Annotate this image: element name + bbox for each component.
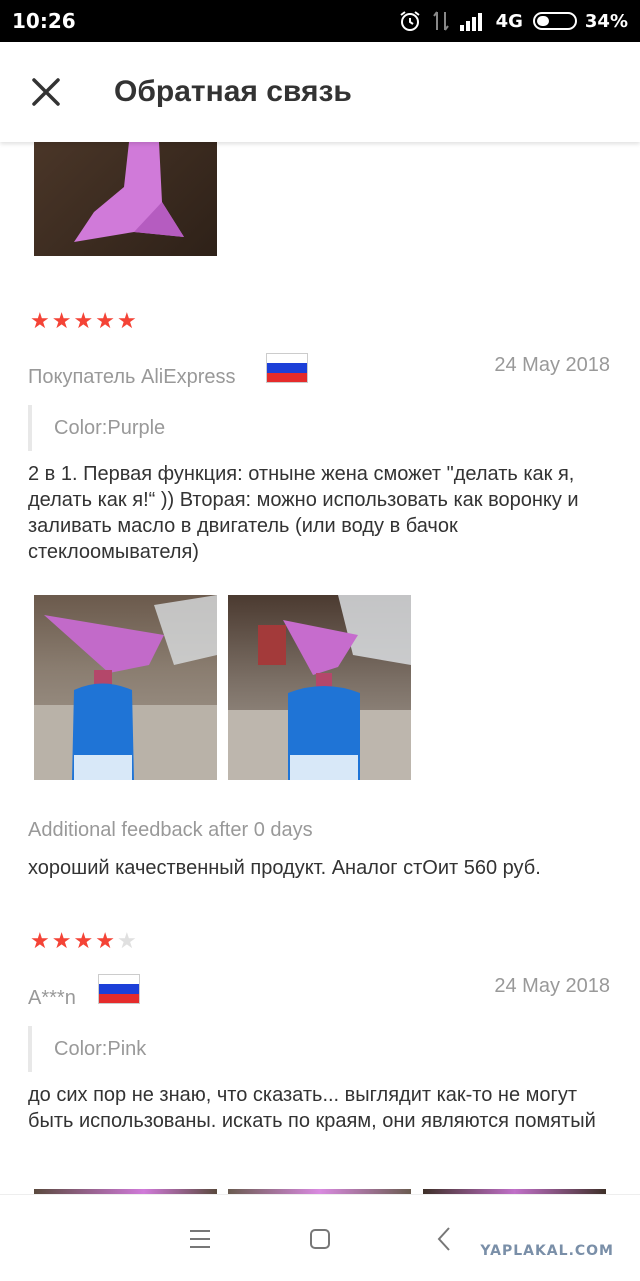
network-type: 4G: [495, 10, 523, 32]
review-photo[interactable]: [228, 595, 411, 780]
russia-flag-icon: [98, 974, 140, 1004]
star-icon: ★: [51, 309, 72, 334]
star-icon: ★: [95, 929, 115, 954]
star-icon: ★: [116, 309, 137, 334]
additional-feedback-label: Additional feedback after 0 days: [28, 819, 313, 841]
star-icon: ★: [30, 929, 50, 954]
review-date: 24 May 2018: [494, 975, 610, 997]
review-text: 2 в 1. Первая функция: отныне жена сможе…: [28, 463, 579, 563]
battery-icon: [532, 12, 577, 30]
home-button[interactable]: [298, 1217, 342, 1261]
menu-icon: [190, 1230, 210, 1248]
system-navigation-bar: YAPLAKAL.COM: [0, 1194, 640, 1281]
review-date: 24 May 2018: [494, 354, 610, 376]
menu-button[interactable]: [178, 1217, 222, 1261]
star-icon: ★: [30, 309, 50, 334]
star-icon: ★: [73, 309, 94, 334]
rating-stars: ★ ★ ★ ★ ★: [30, 311, 137, 333]
product-attribute: Color:Purple: [28, 405, 612, 451]
buyer-name: A***n: [28, 987, 76, 1009]
star-icon: ★: [73, 929, 94, 954]
star-icon: ★: [116, 929, 137, 954]
app-bar: Обратная связь: [0, 42, 640, 142]
home-square-icon: [310, 1229, 330, 1249]
rating-stars: ★ ★ ★ ★ ★: [30, 931, 137, 953]
signal-strength-icon: [459, 11, 486, 31]
feedback-list[interactable]: ★ ★ ★ ★ ★ Покупатель AliExpress 24 May 2018 …: [0, 142, 640, 1194]
status-time: 10:26: [12, 9, 76, 33]
russia-flag-icon: [266, 353, 308, 383]
review-photo[interactable]: [34, 595, 217, 780]
status-bar: 10:26 4G 34%: [0, 0, 640, 42]
star-icon: ★: [95, 309, 115, 334]
additional-feedback-text: хороший качественный продукт. Аналог стО…: [28, 857, 541, 879]
star-icon: ★: [51, 929, 72, 954]
back-button[interactable]: [422, 1217, 466, 1261]
battery-percent: 34%: [584, 10, 628, 32]
buyer-name: Покупатель AliExpress: [28, 366, 236, 388]
review-text: до сих пор не знаю, что сказать... выгля…: [28, 1084, 596, 1132]
close-icon: [32, 78, 60, 106]
watermark: YAPLAKAL.COM: [480, 1243, 614, 1259]
review-photo[interactable]: [34, 142, 217, 256]
close-button[interactable]: [24, 70, 68, 114]
product-attribute: Color:Pink: [28, 1026, 612, 1072]
data-transfer-icon: [432, 10, 450, 32]
page-title: Обратная связь: [114, 75, 352, 108]
back-chevron-icon: [437, 1227, 450, 1251]
alarm-clock-icon: [398, 9, 422, 33]
